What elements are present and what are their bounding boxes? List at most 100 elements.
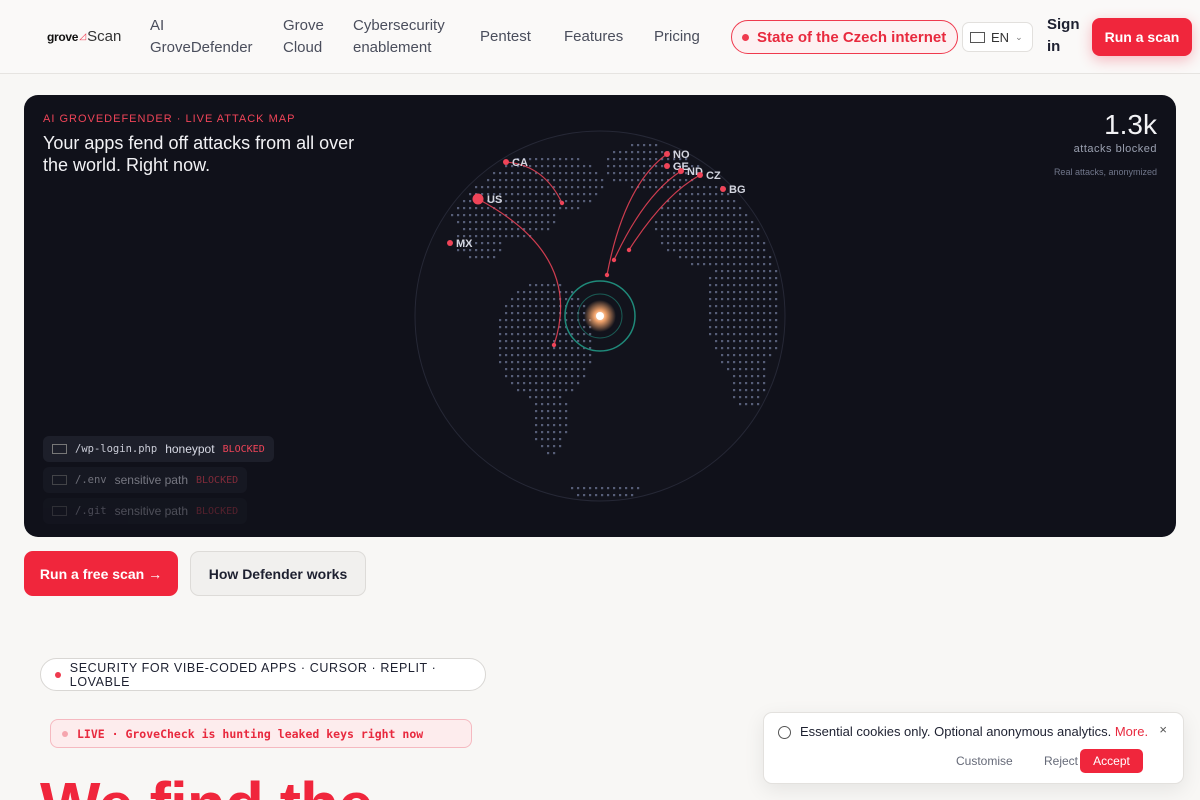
land-dot — [541, 284, 544, 287]
land-dot — [577, 361, 580, 364]
logo[interactable]: grove ◿ Scan — [47, 28, 121, 45]
land-dot — [619, 151, 622, 154]
land-dot — [763, 263, 766, 266]
land-dot — [469, 256, 472, 259]
land-dot — [691, 214, 694, 217]
land-dot — [757, 340, 760, 343]
land-dot — [535, 214, 538, 217]
land-dot — [739, 298, 742, 301]
land-dot — [475, 249, 478, 252]
cookie-reject-button[interactable]: Reject — [1044, 754, 1078, 768]
land-dot — [553, 368, 556, 371]
run-scan-button[interactable]: Run a scan — [1092, 18, 1192, 56]
land-dot — [559, 424, 562, 427]
land-dot — [595, 186, 598, 189]
land-dot — [691, 221, 694, 224]
nav-item-grove-cloud[interactable]: Grove Cloud — [283, 15, 343, 59]
language-selector[interactable]: EN ⌄ — [962, 22, 1033, 52]
land-dot — [685, 249, 688, 252]
land-dot — [751, 389, 754, 392]
land-dot — [715, 235, 718, 238]
land-dot — [667, 172, 670, 175]
land-dot — [751, 340, 754, 343]
land-dot — [619, 179, 622, 182]
land-dot — [547, 186, 550, 189]
land-dot — [541, 382, 544, 385]
land-dot — [697, 186, 700, 189]
state-of-internet-link[interactable]: State of the Czech internet — [731, 20, 958, 54]
land-dot — [733, 270, 736, 273]
land-dot — [619, 494, 622, 497]
land-dot — [505, 207, 508, 210]
land-dot — [499, 340, 502, 343]
land-dot — [631, 151, 634, 154]
land-dot — [523, 200, 526, 203]
land-dot — [721, 193, 724, 196]
land-dot — [727, 368, 730, 371]
land-dot — [775, 312, 778, 315]
land-dot — [469, 228, 472, 231]
nav-item-cybersecurity[interactable]: Cybersecurity enablement — [353, 15, 463, 59]
land-dot — [589, 354, 592, 357]
sign-in-link[interactable]: Sign in — [1047, 14, 1087, 58]
nav-item-features[interactable]: Features — [564, 26, 623, 48]
land-dot — [583, 165, 586, 168]
land-dot — [577, 368, 580, 371]
land-dot — [487, 242, 490, 245]
how-defender-works-button[interactable]: How Defender works — [190, 551, 366, 596]
land-dot — [733, 291, 736, 294]
nav-item-grovedefender[interactable]: AI GroveDefender — [150, 15, 260, 59]
land-dot — [529, 298, 532, 301]
land-dot — [757, 403, 760, 406]
land-dot — [655, 144, 658, 147]
land-dot — [589, 172, 592, 175]
land-dot — [667, 249, 670, 252]
land-dot — [559, 179, 562, 182]
land-dot — [733, 207, 736, 210]
land-dot — [715, 319, 718, 322]
land-dot — [571, 389, 574, 392]
land-dot — [727, 235, 730, 238]
cookie-customise-button[interactable]: Customise — [956, 754, 1013, 768]
land-dot — [541, 312, 544, 315]
land-dot — [733, 354, 736, 357]
land-dot — [733, 284, 736, 287]
log-status: BLOCKED — [196, 505, 239, 517]
land-dot — [541, 389, 544, 392]
land-dot — [517, 291, 520, 294]
land-dot — [535, 410, 538, 413]
cookie-more-link[interactable]: More. — [1115, 724, 1148, 739]
land-dot — [541, 396, 544, 399]
land-dot — [769, 291, 772, 294]
land-dot — [721, 221, 724, 224]
nav-item-pricing[interactable]: Pricing — [654, 26, 700, 48]
land-dot — [547, 431, 550, 434]
land-dot — [487, 221, 490, 224]
land-dot — [559, 410, 562, 413]
land-dot — [481, 214, 484, 217]
land-dot — [631, 494, 634, 497]
land-dot — [775, 340, 778, 343]
flag-icon — [970, 31, 985, 43]
land-dot — [535, 305, 538, 308]
land-dot — [535, 312, 538, 315]
land-dot — [535, 319, 538, 322]
land-dot — [523, 347, 526, 350]
land-dot — [751, 291, 754, 294]
land-dot — [763, 361, 766, 364]
land-dot — [697, 207, 700, 210]
run-free-scan-button[interactable]: Run a free scan → — [24, 551, 178, 596]
land-dot — [487, 256, 490, 259]
land-dot — [595, 487, 598, 490]
close-icon[interactable]: × — [1159, 722, 1167, 737]
land-dot — [547, 228, 550, 231]
land-dot — [553, 417, 556, 420]
country-label: MX — [456, 238, 473, 250]
land-dot — [589, 165, 592, 168]
land-dot — [775, 333, 778, 336]
cookie-accept-button[interactable]: Accept — [1080, 749, 1143, 773]
land-dot — [679, 242, 682, 245]
land-dot — [529, 305, 532, 308]
nav-item-pentest[interactable]: Pentest — [480, 26, 531, 48]
land-dot — [733, 277, 736, 280]
